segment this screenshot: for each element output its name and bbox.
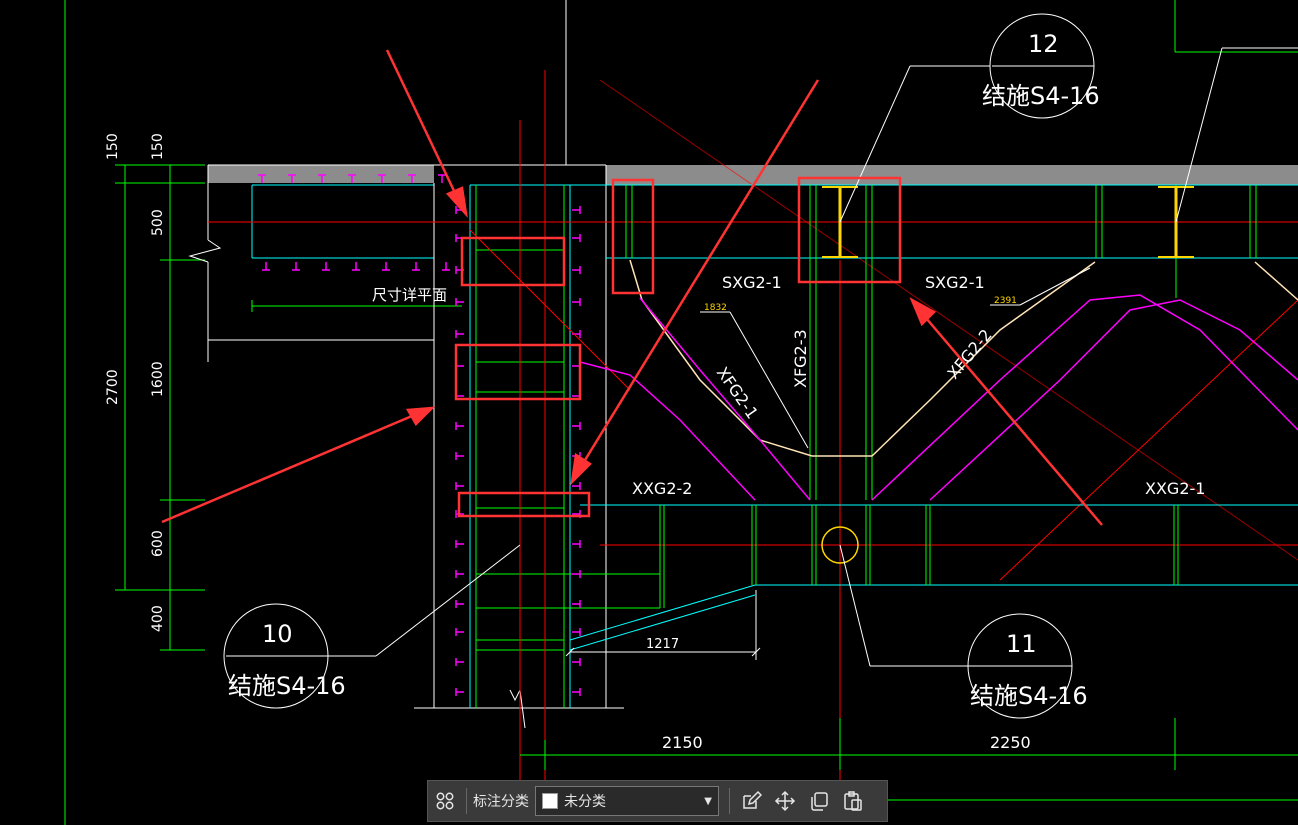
concrete-slab — [208, 164, 1298, 185]
dim-2391: 2391 — [994, 296, 1017, 306]
callout-12-number: 12 — [1028, 30, 1059, 58]
dim-500: 500 — [150, 209, 166, 236]
chevron-down-icon: ▼ — [704, 795, 712, 807]
callout-10-ref: 结施S4-16 — [228, 672, 346, 700]
toolbar-divider — [729, 788, 730, 814]
category-select[interactable]: 未分类 ▼ — [535, 786, 719, 816]
dim-400: 400 — [150, 605, 166, 632]
grid-icon[interactable] — [428, 784, 462, 818]
dim-1217: 1217 — [646, 637, 679, 652]
size-note-label: 尺寸详平面 — [372, 286, 447, 304]
label-xxg22: XXG2-2 — [632, 479, 692, 498]
copy-icon[interactable] — [802, 784, 836, 818]
move-icon[interactable] — [768, 784, 802, 818]
callout-12-ref: 结施S4-16 — [982, 82, 1100, 110]
edit-icon[interactable] — [734, 784, 768, 818]
dim-2700: 2700 — [105, 369, 121, 405]
dim-150-outer: 150 — [105, 133, 121, 160]
dim-600: 600 — [150, 530, 166, 557]
dim-1600: 1600 — [150, 361, 166, 397]
label-sxg-left: SXG2-1 — [722, 273, 782, 292]
callout-10-number: 10 — [262, 620, 293, 648]
dim-1832: 1832 — [704, 303, 727, 313]
dim-150-inner: 150 — [150, 133, 166, 160]
label-xxg21: XXG2-1 — [1145, 479, 1205, 498]
toolbar-divider — [466, 788, 467, 814]
callout-11-ref: 结施S4-16 — [970, 682, 1088, 710]
paste-icon[interactable] — [836, 784, 870, 818]
label-sxg-right: SXG2-1 — [925, 273, 985, 292]
label-xfg23: XFG2-3 — [791, 329, 810, 388]
dim-2250: 2250 — [990, 733, 1031, 752]
callout-11-number: 11 — [1006, 630, 1037, 658]
category-label: 标注分类 — [473, 794, 529, 810]
annotation-toolbar: 标注分类 未分类 ▼ — [427, 780, 888, 822]
cad-drawing-canvas[interactable]: 150 150 500 2700 1600 600 400 尺寸详平面 1217… — [0, 0, 1298, 825]
color-swatch — [542, 793, 558, 809]
category-select-value: 未分类 — [564, 794, 606, 810]
dim-2150: 2150 — [662, 733, 703, 752]
